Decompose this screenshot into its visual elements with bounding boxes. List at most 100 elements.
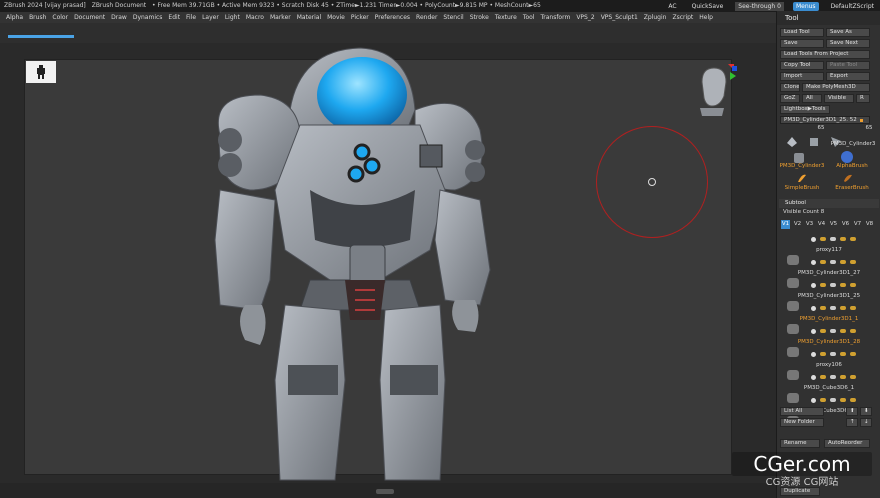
menu-texture[interactable]: Texture bbox=[495, 14, 517, 21]
load-tool-button[interactable]: Load Tool bbox=[780, 28, 824, 37]
menu-zplugin[interactable]: Zplugin bbox=[644, 14, 667, 21]
menu-zscript[interactable]: Zscript bbox=[672, 14, 693, 21]
menu-file[interactable]: File bbox=[186, 14, 196, 21]
orientation-gizmo[interactable] bbox=[694, 62, 738, 118]
subtool-toggle-icon[interactable] bbox=[840, 283, 846, 287]
menu-alpha[interactable]: Alpha bbox=[6, 14, 23, 21]
subtool-toggle-icons[interactable] bbox=[811, 352, 856, 357]
eraser-brush-label[interactable]: EraserBrush bbox=[829, 185, 875, 191]
load-tools-from-project-button[interactable]: Load Tools From Project bbox=[780, 50, 870, 59]
visibility-eye-icon[interactable] bbox=[811, 260, 816, 265]
export-button[interactable]: Export bbox=[826, 72, 870, 81]
expand-bottom-arrow-icon[interactable] bbox=[376, 489, 394, 494]
subtool-toggle-icon[interactable] bbox=[850, 398, 856, 402]
subtool-toggle-icon[interactable] bbox=[840, 375, 846, 379]
subtool-toggle-icon[interactable] bbox=[830, 398, 836, 402]
subtool-toggle-icons[interactable] bbox=[811, 306, 856, 311]
menu-layer[interactable]: Layer bbox=[202, 14, 219, 21]
visibility-eye-icon[interactable] bbox=[811, 375, 816, 380]
subtool-toggle-icons[interactable] bbox=[811, 398, 856, 403]
version-tab-v5[interactable]: V5 bbox=[829, 220, 838, 229]
lightbox-tools-button[interactable]: Lightbox▶Tools bbox=[780, 105, 830, 114]
save-next-button[interactable]: Save Next bbox=[826, 39, 870, 48]
subtool-toggle-icon[interactable] bbox=[850, 329, 856, 333]
menu-vps-2[interactable]: VPS_2 bbox=[576, 14, 594, 21]
subtool-toggle-icon[interactable] bbox=[850, 352, 856, 356]
subtool-toggle-icon[interactable] bbox=[850, 283, 856, 287]
clone-button[interactable]: Clone bbox=[780, 83, 800, 92]
subtool-toggle-icon[interactable] bbox=[840, 329, 846, 333]
subtool-toggle-icon[interactable] bbox=[840, 352, 846, 356]
subtool-toggle-icon[interactable] bbox=[840, 398, 846, 402]
subtool-toggle-icon[interactable] bbox=[840, 260, 846, 264]
subtool-toggle-icon[interactable] bbox=[820, 283, 826, 287]
menu-vps-sculpt1[interactable]: VPS_Sculpt1 bbox=[601, 14, 638, 21]
auto-reorder-button[interactable]: AutoReorder bbox=[824, 439, 870, 448]
subtool-toggle-icon[interactable] bbox=[830, 352, 836, 356]
move-up-icon[interactable]: ⬆ bbox=[846, 407, 858, 416]
subtool-toggle-icons[interactable] bbox=[811, 283, 856, 288]
menu-edit[interactable]: Edit bbox=[168, 14, 180, 21]
subtool-toggle-icon[interactable] bbox=[830, 329, 836, 333]
simple-brush-label[interactable]: SimpleBrush bbox=[779, 185, 825, 191]
subtool-toggle-icons[interactable] bbox=[811, 237, 856, 242]
menu-stencil[interactable]: Stencil bbox=[443, 14, 463, 21]
r-button[interactable]: R bbox=[856, 94, 870, 103]
subtool-toggle-icons[interactable] bbox=[811, 260, 856, 265]
cylinder-tool-icon[interactable] bbox=[785, 135, 799, 149]
version-tab-v3[interactable]: V3 bbox=[805, 220, 814, 229]
menu-brush[interactable]: Brush bbox=[29, 14, 46, 21]
menu-dynamics[interactable]: Dynamics bbox=[133, 14, 163, 21]
robot-model[interactable] bbox=[190, 40, 530, 485]
subtool-toggle-icon[interactable] bbox=[820, 306, 826, 310]
subtool-toggle-icon[interactable] bbox=[850, 306, 856, 310]
visibility-eye-icon[interactable] bbox=[811, 283, 816, 288]
menu-preferences[interactable]: Preferences bbox=[375, 14, 410, 21]
visibility-eye-icon[interactable] bbox=[811, 398, 816, 403]
version-tab-v4[interactable]: V4 bbox=[817, 220, 826, 229]
menu-color[interactable]: Color bbox=[52, 14, 68, 21]
current-tool-slider[interactable]: PM3D_Cylinder3D1_25. 52 bbox=[780, 116, 870, 124]
subtool-toggle-icon[interactable] bbox=[840, 306, 846, 310]
menu-picker[interactable]: Picker bbox=[351, 14, 369, 21]
new-folder-button[interactable]: New Folder bbox=[780, 418, 824, 427]
subtool-toggle-icon[interactable] bbox=[820, 260, 826, 264]
menu-help[interactable]: Help bbox=[699, 14, 713, 21]
quicksave-button[interactable]: QuickSave bbox=[689, 2, 727, 11]
menu-marker[interactable]: Marker bbox=[270, 14, 291, 21]
navigator-thumbnail[interactable] bbox=[26, 61, 56, 83]
rename-button[interactable]: Rename bbox=[780, 439, 820, 448]
subtool-toggle-icon[interactable] bbox=[820, 375, 826, 379]
visible-button[interactable]: Visible bbox=[824, 94, 854, 103]
subtool-toggle-icon[interactable] bbox=[820, 329, 826, 333]
eraser-brush-icon[interactable] bbox=[841, 171, 855, 185]
simple-brush-icon[interactable] bbox=[795, 171, 809, 185]
paste-tool-button[interactable]: Paste Tool bbox=[826, 61, 870, 70]
subtool-toggle-icon[interactable] bbox=[840, 237, 846, 241]
menu-draw[interactable]: Draw bbox=[111, 14, 127, 21]
goz-button[interactable]: GoZ bbox=[780, 94, 800, 103]
subtool-toggle-icon[interactable] bbox=[830, 260, 836, 264]
menu-document[interactable]: Document bbox=[74, 14, 105, 21]
menu-light[interactable]: Light bbox=[225, 14, 240, 21]
menus-button[interactable]: Menus bbox=[792, 1, 819, 11]
copy-tool-button[interactable]: Copy Tool bbox=[780, 61, 824, 70]
version-tab-v1[interactable]: V1 bbox=[781, 220, 790, 229]
subtool-toggle-icon[interactable] bbox=[850, 260, 856, 264]
subtool-toggle-icon[interactable] bbox=[820, 237, 826, 241]
alpha-brush-label[interactable]: AlphaBrush bbox=[829, 163, 875, 169]
import-button[interactable]: Import bbox=[780, 72, 824, 81]
subtool-toggle-icons[interactable] bbox=[811, 329, 856, 334]
visibility-eye-icon[interactable] bbox=[811, 329, 816, 334]
seethrough-slider[interactable]: See-through 0 bbox=[735, 1, 784, 11]
menu-render[interactable]: Render bbox=[416, 14, 437, 21]
menu-tool[interactable]: Tool bbox=[523, 14, 535, 21]
list-all-button[interactable]: List All bbox=[780, 407, 824, 416]
save-as-button[interactable]: Save As bbox=[826, 28, 870, 37]
default-zscript-button[interactable]: DefaultZScript bbox=[828, 2, 877, 11]
arrow-up-icon[interactable]: ↑ bbox=[846, 418, 858, 427]
subtool-toggle-icon[interactable] bbox=[820, 352, 826, 356]
all-button[interactable]: All bbox=[802, 94, 822, 103]
menu-material[interactable]: Material bbox=[297, 14, 321, 21]
robot-tool-icon[interactable] bbox=[807, 135, 821, 149]
